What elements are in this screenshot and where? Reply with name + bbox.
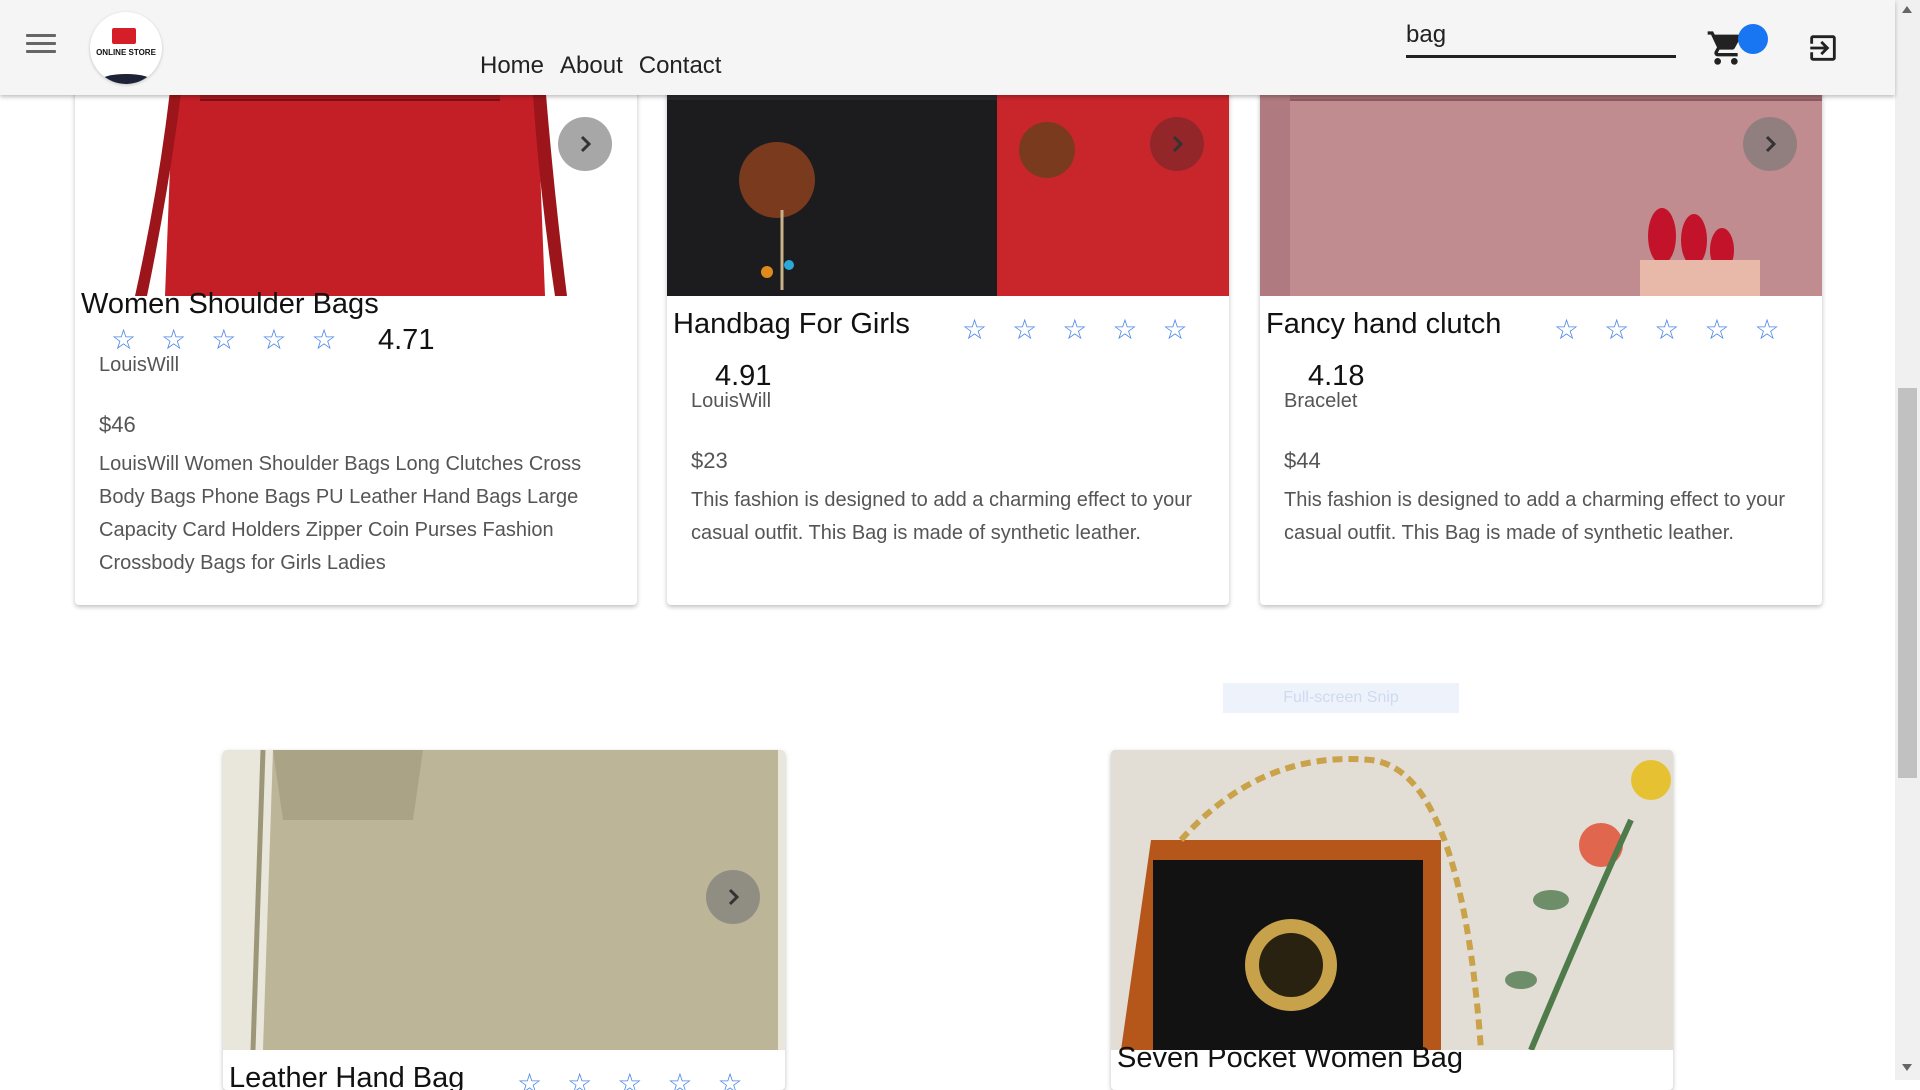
next-image-button[interactable]	[1743, 117, 1797, 171]
nav-home-link[interactable]: Home	[480, 52, 544, 80]
star-icon[interactable]: ☆	[1554, 316, 1579, 344]
search-input[interactable]	[1406, 15, 1676, 58]
product-title[interactable]: Handbag For Girls	[673, 308, 910, 341]
star-icon[interactable]: ☆	[1062, 316, 1087, 344]
product-description: This fashion is designed to add a charmi…	[1284, 489, 1786, 544]
chevron-right-icon	[580, 135, 592, 153]
product-brand: LouisWill	[99, 354, 180, 376]
star-rating[interactable]: ☆ ☆ ☆ ☆ ☆	[962, 316, 1188, 344]
logo-swoosh	[100, 74, 152, 84]
chevron-right-icon	[1765, 135, 1777, 153]
star-icon[interactable]: ☆	[962, 316, 987, 344]
product-card[interactable]: Leather Hand Bag ☆ ☆ ☆ ☆ ☆	[223, 750, 785, 1090]
star-rating[interactable]: ☆ ☆ ☆ ☆ ☆	[111, 326, 337, 354]
star-icon[interactable]: ☆	[1012, 316, 1037, 344]
store-logo[interactable]: ONLINE STORE	[90, 12, 162, 84]
product-price: $44	[1284, 448, 1321, 473]
star-icon[interactable]: ☆	[1704, 316, 1729, 344]
scroll-down-arrow-icon[interactable]	[1902, 1064, 1912, 1071]
scrollbar-thumb[interactable]	[1898, 388, 1917, 778]
product-description: This fashion is designed to add a charmi…	[691, 489, 1193, 544]
rating-value: 4.91	[715, 360, 772, 392]
product-card[interactable]: Fancy hand clutch ☆ ☆ ☆ ☆ ☆ 4.18 Bracele…	[1260, 40, 1822, 605]
snip-overlay-label: Full-screen Snip	[1223, 683, 1459, 713]
star-icon[interactable]: ☆	[261, 326, 286, 354]
star-icon[interactable]: ☆	[617, 1070, 642, 1090]
star-icon[interactable]: ☆	[311, 326, 336, 354]
logo-text: ONLINE STORE	[96, 48, 156, 57]
star-icon[interactable]: ☆	[1112, 316, 1137, 344]
product-title[interactable]: Women Shoulder Bags	[81, 288, 379, 321]
menu-icon[interactable]	[26, 34, 56, 58]
nav-about-link[interactable]: About	[560, 52, 623, 80]
star-icon[interactable]: ☆	[717, 1070, 742, 1090]
rating-value: 4.71	[378, 324, 435, 356]
star-rating[interactable]: ☆ ☆ ☆ ☆ ☆	[1554, 316, 1780, 344]
product-title[interactable]: Leather Hand Bag	[229, 1062, 464, 1090]
star-icon[interactable]: ☆	[161, 326, 186, 354]
chevron-right-icon	[728, 888, 740, 906]
next-image-button[interactable]	[1150, 117, 1204, 171]
star-icon[interactable]: ☆	[667, 1070, 692, 1090]
star-icon[interactable]: ☆	[1604, 316, 1629, 344]
star-rating[interactable]: ☆ ☆ ☆ ☆ ☆	[517, 1070, 743, 1090]
nav-contact-link[interactable]: Contact	[639, 52, 722, 80]
product-title[interactable]: Fancy hand clutch	[1266, 308, 1501, 341]
product-description: LouisWill Women Shoulder Bags Long Clutc…	[99, 453, 582, 574]
star-icon[interactable]: ☆	[1754, 316, 1779, 344]
product-image	[1111, 750, 1673, 1050]
logout-icon[interactable]	[1806, 30, 1840, 66]
rating-value: 4.18	[1308, 360, 1365, 392]
star-icon[interactable]: ☆	[1162, 316, 1187, 344]
product-brand: LouisWill	[691, 390, 772, 412]
star-icon[interactable]: ☆	[517, 1070, 542, 1090]
star-icon[interactable]: ☆	[1654, 316, 1679, 344]
next-image-button[interactable]	[706, 870, 760, 924]
app-header: ONLINE STORE Home About Contact	[0, 0, 1895, 95]
product-price: $46	[99, 412, 136, 437]
product-image	[223, 750, 785, 1050]
vertical-scrollbar[interactable]	[1895, 0, 1920, 1080]
star-icon[interactable]: ☆	[211, 326, 236, 354]
main-nav: Home About Contact	[480, 52, 721, 80]
product-card[interactable]: Women Shoulder Bags ☆ ☆ ☆ ☆ ☆ 4.71 Louis…	[75, 40, 637, 605]
product-title[interactable]: Seven Pocket Women Bag	[1117, 1042, 1463, 1075]
next-image-button[interactable]	[558, 117, 612, 171]
scroll-up-arrow-icon[interactable]	[1902, 6, 1912, 13]
chevron-right-icon	[1172, 135, 1184, 153]
cart-count-badge	[1738, 24, 1768, 54]
product-card[interactable]: Handbag For Girls ☆ ☆ ☆ ☆ ☆ 4.91 LouisWi…	[667, 40, 1229, 605]
product-brand: Bracelet	[1284, 390, 1358, 412]
star-icon[interactable]: ☆	[111, 326, 136, 354]
star-icon[interactable]: ☆	[567, 1070, 592, 1090]
product-card[interactable]: Seven Pocket Women Bag	[1111, 750, 1673, 1090]
logo-bag-mark	[112, 28, 136, 44]
product-price: $23	[691, 448, 728, 473]
